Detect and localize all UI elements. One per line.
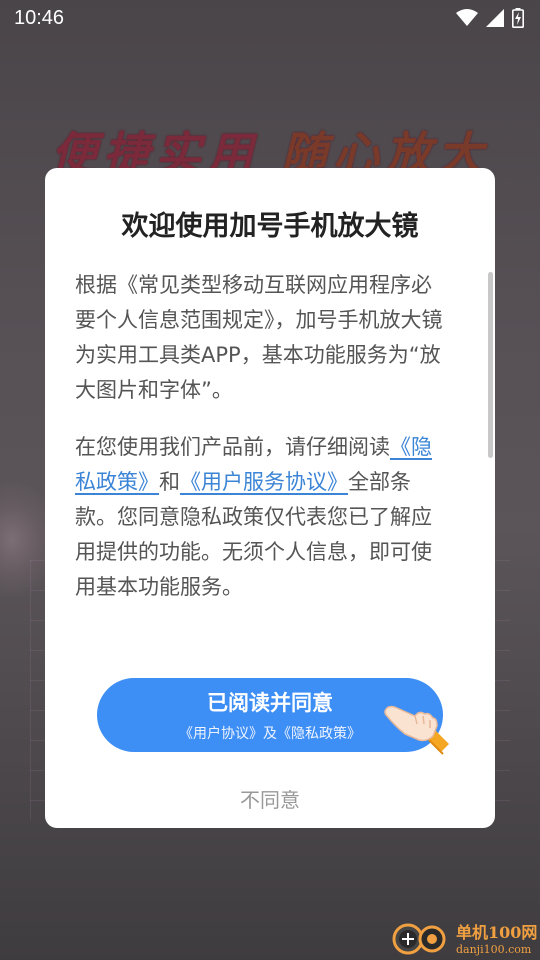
watermark-line-2: danji100.com bbox=[456, 942, 532, 956]
dialog-scrollbar[interactable] bbox=[488, 272, 493, 458]
connector-text: 和 bbox=[159, 470, 180, 494]
privacy-dialog: 欢迎使用加号手机放大镜 根据《常见类型移动互联网应用程序必要个人信息范围规定》，… bbox=[45, 168, 495, 828]
watermark-line-1: 单机100网 bbox=[456, 922, 538, 942]
disagree-button[interactable]: 不同意 bbox=[45, 784, 495, 813]
status-time: 10:46 bbox=[14, 6, 65, 29]
signal-icon bbox=[486, 9, 504, 27]
status-bar: 10:46 bbox=[0, 0, 540, 36]
dialog-paragraph-1: 根据《常见类型移动互联网应用程序必要个人信息范围规定》，加号手机放大镜为实用工具… bbox=[75, 273, 443, 402]
pointing-hand-icon bbox=[384, 705, 449, 755]
wifi-icon bbox=[456, 9, 478, 26]
status-icons bbox=[456, 8, 524, 28]
watermark-text: 单机100网 danji100.com bbox=[456, 919, 537, 956]
dialog-paragraph-2: 在您使用我们产品前，请仔细阅读《隐私政策》和《用户服务协议》全部条款。您同意隐私… bbox=[75, 430, 447, 605]
gamepad-logo-icon bbox=[392, 923, 446, 955]
battery-charging-icon bbox=[512, 8, 524, 28]
user-service-agreement-link[interactable]: 《用户服务协议》 bbox=[180, 470, 348, 494]
dialog-body[interactable]: 根据《常见类型移动互联网应用程序必要个人信息范围规定》，加号手机放大镜为实用工具… bbox=[75, 268, 447, 627]
watermark: 单机100网 danji100.com bbox=[392, 914, 540, 960]
dialog-title: 欢迎使用加号手机放大镜 bbox=[121, 211, 419, 242]
paragraph-2-prefix: 在您使用我们产品前，请仔细阅读 bbox=[75, 435, 390, 459]
